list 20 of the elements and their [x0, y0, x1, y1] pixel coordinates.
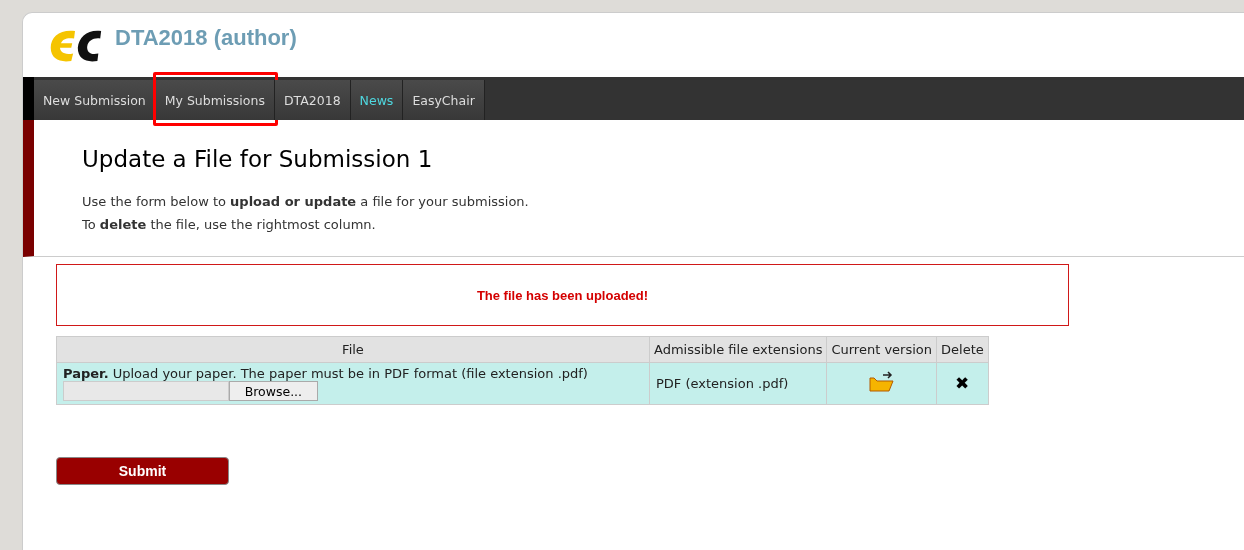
folder-icon[interactable] [868, 371, 895, 393]
nav-tab[interactable]: News [350, 80, 404, 120]
site-title: DTA2018 (author) [115, 25, 297, 51]
browse-button[interactable]: Browse... [228, 381, 318, 401]
page-heading: Update a File for Submission 1 [82, 146, 434, 172]
column-header: Current version [826, 336, 937, 363]
intro-text: To delete the file, use the rightmost column. [82, 217, 377, 232]
nav-tab[interactable]: DTA2018 [274, 80, 351, 120]
column-header: Delete [936, 336, 989, 363]
nav-tab[interactable]: My Submissions [155, 80, 275, 120]
file-description: Paper. Upload your paper. The paper must be in PDF format (file extension .pdf) [63, 366, 589, 381]
intro-text: Use the form below to upload or update a file for your submission. [82, 194, 530, 209]
nav-tab[interactable]: EasyChair [403, 80, 485, 120]
success-message: The file has been uploaded! [476, 287, 649, 303]
column-header: Admissible file extensions [649, 336, 827, 363]
delete-button[interactable]: ✖ [955, 373, 970, 394]
table-cell: PDF (extension .pdf) [656, 376, 789, 391]
column-header: File [56, 336, 650, 363]
submit-button[interactable]: Submit [56, 457, 229, 485]
nav-tab[interactable]: New Submission [34, 80, 156, 120]
